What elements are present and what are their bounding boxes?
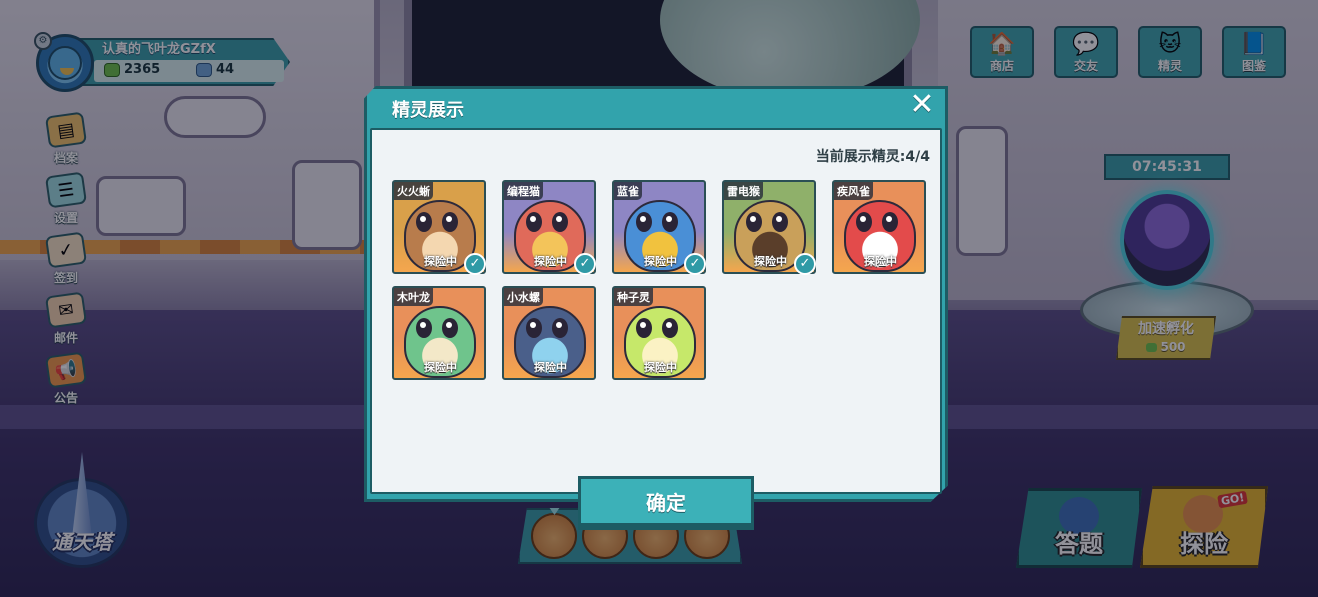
sprite-eye [636,318,652,338]
sprite-name: 小水螺 [504,288,543,306]
sprite-display-modal: 精灵展示 ✕ 当前展示精灵:4/4 火火蜥 探险中 ✓ 编程猫 探险中 ✓ 蓝雀 探险中 ✓ 雷电… [364,86,948,526]
sprite-card[interactable]: 小水螺探险中 [502,286,596,380]
sprite-name: 疾风雀 [834,182,873,200]
sprite-eye [856,212,872,232]
sprite-card[interactable]: 种子灵探险中 [612,286,706,380]
display-count: 当前展示精灵:4/4 [815,149,930,165]
sprite-card[interactable]: 火火蜥探险中 ✓ [392,180,486,275]
sprite-status: 探险中 [534,255,567,268]
sprite-eye [772,212,788,232]
sprite-eye [416,212,432,232]
sprite-name: 蓝雀 [614,182,642,200]
sprite-eye [552,318,568,338]
sprite-eye [442,212,458,232]
checkmark-icon[interactable]: ✓ [794,253,816,275]
modal-header: 精灵展示 ✕ [364,86,948,126]
sprite-eye [442,318,458,338]
sprite-name: 编程猫 [504,182,543,200]
sprite-eye [746,212,762,232]
modal-title: 精灵展示 [392,100,464,121]
close-icon[interactable]: ✕ [908,90,936,120]
sprite-status: 探险中 [534,361,567,374]
sprite-name: 木叶龙 [394,288,433,306]
sprite-status: 探险中 [424,361,457,374]
sprite-eye [662,212,678,232]
sprite-eye [636,212,652,232]
checkmark-icon[interactable]: ✓ [464,253,486,275]
sprite-card[interactable]: 疾风雀探险中 [832,180,926,274]
sprite-name: 种子灵 [614,288,653,306]
sprite-eye [416,318,432,338]
sprite-eye [552,212,568,232]
sprite-card[interactable]: 蓝雀探险中 ✓ [612,180,706,275]
sprite-card[interactable]: 木叶龙探险中 [392,286,486,380]
sprite-name: 火火蜥 [394,182,433,200]
checkmark-icon[interactable]: ✓ [574,253,596,275]
checkmark-icon[interactable]: ✓ [684,253,706,275]
sprite-eye [526,318,542,338]
sprite-card[interactable]: 雷电猴探险中 ✓ [722,180,816,275]
sprite-eye [526,212,542,232]
confirm-button[interactable]: 确定 [578,476,754,526]
modal-body: 当前展示精灵:4/4 火火蜥探险中 ✓ 编程猫探险中 ✓ 蓝雀探险中 ✓ 雷电猴探险中 ✓ 疾风… [370,128,942,526]
sprite-status: 探险中 [754,255,787,268]
sprite-eye [662,318,678,338]
sprite-status: 探险中 [864,255,897,268]
sprite-status: 探险中 [644,255,677,268]
sprite-card[interactable]: 编程猫探险中 ✓ [502,180,596,275]
sprite-name: 雷电猴 [724,182,763,200]
sprite-eye [882,212,898,232]
sprite-status: 探险中 [644,361,677,374]
sprite-status: 探险中 [424,255,457,268]
